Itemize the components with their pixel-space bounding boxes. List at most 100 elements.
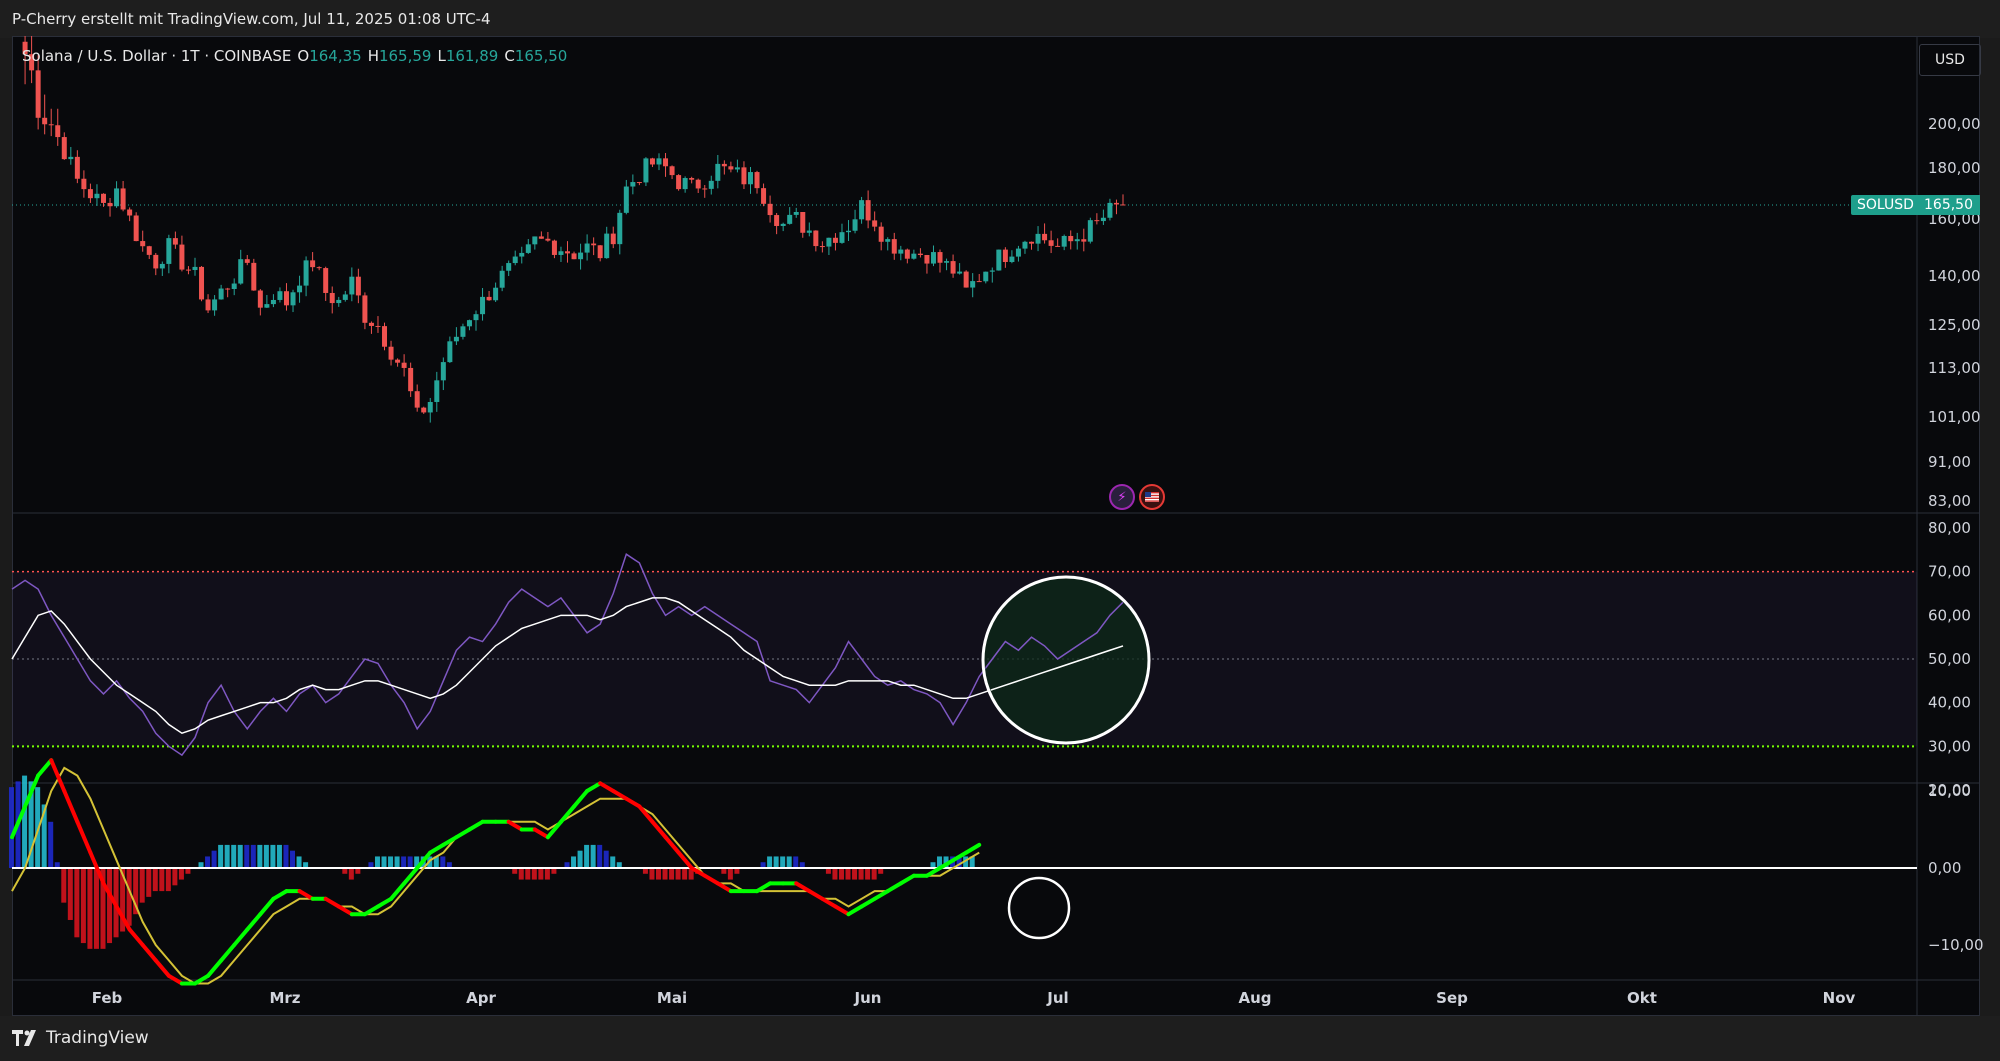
macd-line-segment <box>127 927 145 947</box>
macd-histogram-bar <box>407 856 413 868</box>
candle-body <box>767 203 773 216</box>
macd-line-segment <box>36 758 54 778</box>
macd-line-segment <box>206 958 224 978</box>
macd-histogram-bar <box>571 856 577 868</box>
rsi-axis-label: 50,00 <box>1928 650 1971 668</box>
macd-histogram-bar <box>159 868 165 892</box>
candle-body <box>519 252 525 257</box>
candle-body <box>911 253 917 259</box>
macd-histogram-bar <box>381 856 387 868</box>
macd-line-segment <box>624 796 642 809</box>
candle-body <box>512 256 518 264</box>
candle-body <box>708 180 714 189</box>
macd-histogram-bar <box>93 868 99 949</box>
candle-body <box>676 175 682 190</box>
candle-body <box>244 259 250 263</box>
macd-line-segment <box>62 789 80 824</box>
macd-histogram-bar <box>590 844 596 868</box>
macd-histogram-bar <box>283 844 289 868</box>
macd-histogram-bar <box>832 868 838 880</box>
candle-body <box>839 232 845 243</box>
price-axis-label: 125,00 <box>1928 316 1981 334</box>
price-pane[interactable] <box>12 36 1850 423</box>
macd-histogram-bar <box>374 856 380 868</box>
price-axis-label: 83,00 <box>1928 492 1971 510</box>
rsi-pane[interactable] <box>11 553 1917 757</box>
macd-histogram-bar <box>205 856 211 868</box>
candle-body <box>179 244 185 270</box>
macd-histogram-bar <box>773 856 779 868</box>
candle-body <box>565 251 570 254</box>
candle-body <box>957 271 963 274</box>
candle-body <box>421 407 427 413</box>
macd-axis-label: 0,00 <box>1928 859 1961 877</box>
macd-line-segment <box>755 881 773 894</box>
candle-body <box>1022 241 1028 249</box>
price-axis-label: 113,00 <box>1928 359 1981 377</box>
candle-body <box>538 236 544 239</box>
candle-body <box>493 287 499 301</box>
candle-body <box>401 362 407 368</box>
candle-body <box>826 237 832 247</box>
macd-line-segment <box>885 881 903 894</box>
symbol-legend[interactable]: Solana / U.S. Dollar · 1T · COINBASE O16… <box>22 47 567 65</box>
event-markers[interactable]: ⚡ <box>1109 484 1165 510</box>
macd-line-segment <box>585 781 603 793</box>
candle-body <box>702 188 708 190</box>
macd-line-segment <box>271 889 289 901</box>
tradingview-logo-icon <box>12 1030 36 1046</box>
macd-histogram-bar <box>584 844 590 868</box>
candle-body <box>133 215 139 242</box>
time-axis-label: Jul <box>1046 989 1068 1007</box>
macd-histogram-bar <box>9 787 14 868</box>
candle-body <box>872 220 878 227</box>
candle-body <box>264 304 270 308</box>
currency-button[interactable]: USD <box>1919 44 1981 76</box>
macd-histogram-bar <box>244 844 250 868</box>
macd-histogram-bar <box>388 856 394 868</box>
candle-body <box>976 281 982 283</box>
candle-body <box>800 211 806 233</box>
candle-body <box>55 125 61 138</box>
candle-body <box>87 189 93 199</box>
candle-body <box>983 271 989 282</box>
candle-body <box>1107 202 1113 218</box>
symbol-name[interactable]: Solana / U.S. Dollar · 1T · COINBASE <box>22 47 291 65</box>
macd-line-segment <box>794 881 812 894</box>
candle-body <box>545 238 551 241</box>
candle-body <box>610 233 616 245</box>
macd-histogram-bar <box>401 856 407 868</box>
macd-line-segment <box>140 943 158 963</box>
tradingview-brand[interactable]: TradingView <box>12 1028 149 1048</box>
candle-body <box>336 299 342 304</box>
price-axis-label: 140,00 <box>1928 267 1981 285</box>
candle-body <box>1002 249 1008 262</box>
time-axis-label: Nov <box>1823 989 1856 1007</box>
high-value: 165,59 <box>378 47 432 65</box>
macd-line-segment <box>506 819 524 832</box>
macd-histogram-bar <box>662 868 668 880</box>
macd-line-segment <box>75 819 93 855</box>
close-value: 165,50 <box>514 47 568 65</box>
lightning-icon[interactable]: ⚡ <box>1109 484 1135 510</box>
macd-pane[interactable] <box>9 758 1917 986</box>
candle-body <box>525 244 531 253</box>
us-flag-icon[interactable] <box>1139 484 1165 510</box>
macd-line-segment <box>467 819 485 832</box>
macd-histogram-bar <box>577 850 583 868</box>
macd-axis-label: −10,00 <box>1928 936 1984 954</box>
candle-body <box>140 241 146 247</box>
macd-histogram-bar <box>231 844 237 868</box>
macd-histogram-bar <box>838 868 844 880</box>
rsi-axis-label: 70,00 <box>1928 563 1971 581</box>
macd-histogram-bar <box>80 868 86 944</box>
close-label: C <box>504 47 515 65</box>
candle-body <box>1061 235 1067 247</box>
macd-histogram-bar <box>786 856 792 868</box>
candle-body <box>447 341 453 363</box>
candle-body <box>453 336 459 342</box>
candle-body <box>153 254 159 269</box>
macd-line-segment <box>598 781 616 793</box>
chart-canvas[interactable]: 200,00180,00160,00140,00125,00113,00101,… <box>0 0 2000 1061</box>
candle-body <box>924 254 930 264</box>
